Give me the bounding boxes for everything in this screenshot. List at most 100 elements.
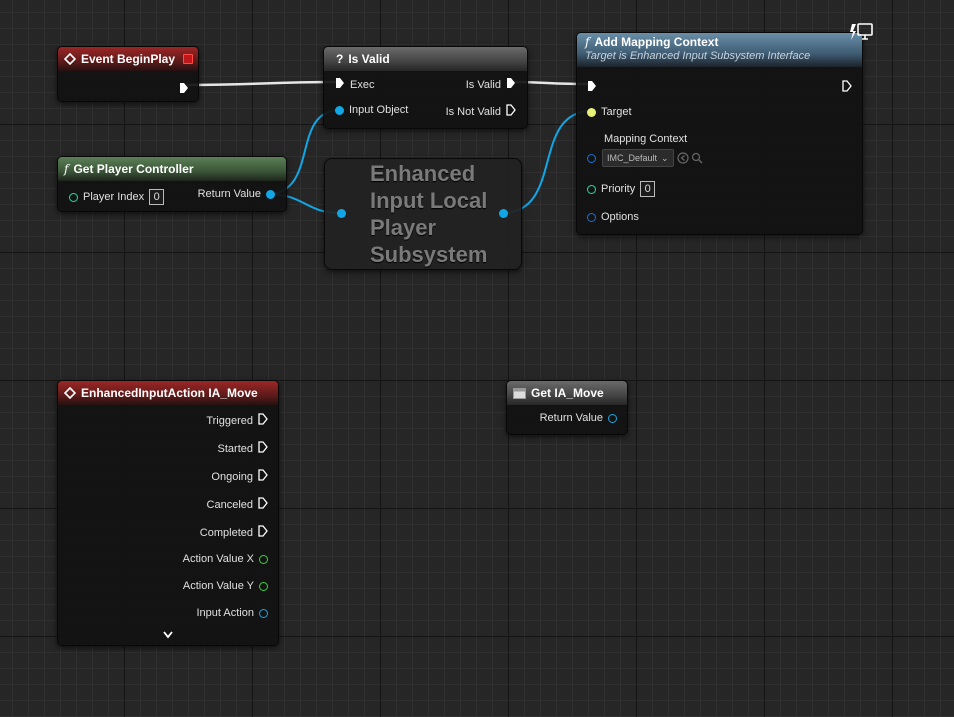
target-label: Target <box>601 106 632 118</box>
add-mapping-context-subtitle: Target is Enhanced Input Subsystem Inter… <box>585 50 811 62</box>
event-diamond-icon <box>64 387 76 399</box>
subsystem-title-line-4: Subsystem <box>370 242 488 267</box>
mapping-context-label: Mapping Context <box>604 133 688 145</box>
options-label: Options <box>601 211 639 223</box>
player-index-row: Player Index 0 <box>69 189 165 205</box>
player-index-pin[interactable] <box>69 192 78 202</box>
priority-label: Priority <box>601 183 636 195</box>
is-valid-header: ? Is Valid <box>324 47 527 71</box>
completed-exec-pin[interactable] <box>258 525 268 540</box>
input-action-label: Input Action <box>196 607 255 619</box>
action-value-x-label: Action Value X <box>182 553 254 565</box>
event-beginplay-header: Event BeginPlay <box>58 47 198 71</box>
exec-in-row: Exec <box>335 77 379 92</box>
action-value-y-pin[interactable] <box>259 581 268 591</box>
get-ia-move-header: Get IA_Move <box>507 381 627 405</box>
player-index-field[interactable]: 0 <box>149 189 165 205</box>
add-mapping-context-header: f Add Mapping Context Target is Enhanced… <box>577 33 862 67</box>
enhanced-input-subsystem-node[interactable]: Enhanced Input Local Player Subsystem <box>324 158 522 270</box>
enhanced-input-action-title: EnhancedInputAction IA_Move <box>81 386 258 400</box>
get-ia-move-title: Get IA_Move <box>531 386 604 400</box>
input-object-row: Input Object <box>335 104 413 116</box>
return-value-pin[interactable] <box>266 189 275 199</box>
input-action-pin[interactable] <box>259 608 268 618</box>
completed-label: Completed <box>199 526 253 539</box>
options-row: Options <box>587 211 644 223</box>
browse-search-icon[interactable] <box>691 152 703 164</box>
exec-in-pin[interactable] <box>335 77 345 92</box>
is-not-valid-exec-pin[interactable] <box>506 104 516 119</box>
subsystem-title-line-3: Player <box>370 215 437 240</box>
variable-grid-icon <box>513 387 526 399</box>
is-valid-label: Is Valid <box>465 78 501 91</box>
priority-pin[interactable] <box>587 184 596 194</box>
exec-wire-beginplay-to-isvalid <box>186 80 339 87</box>
is-valid-title: Is Valid <box>348 52 390 66</box>
subsystem-input-pin[interactable] <box>337 209 346 218</box>
priority-field[interactable]: 0 <box>640 181 656 197</box>
subsystem-title-line-2: Input Local <box>370 188 488 213</box>
triggered-exec-pin[interactable] <box>258 413 268 428</box>
delegate-pin-icon[interactable] <box>183 54 193 64</box>
options-pin[interactable] <box>587 212 596 222</box>
ongoing-row: Ongoing <box>206 469 268 484</box>
mapping-context-label-row: Mapping Context <box>604 133 687 145</box>
triggered-row: Triggered <box>201 413 268 428</box>
started-row: Started <box>213 441 268 456</box>
exec-in-pin[interactable] <box>587 79 597 97</box>
subsystem-output-pin[interactable] <box>499 209 508 218</box>
canceled-exec-pin[interactable] <box>258 497 268 512</box>
subsystem-title-line-1: Enhanced <box>370 161 476 186</box>
enhanced-input-subsystem-title: Enhanced Input Local Player Subsystem <box>370 160 487 268</box>
canceled-label: Canceled <box>206 498 253 511</box>
mapping-context-pin[interactable] <box>587 153 596 163</box>
function-icon: f <box>64 162 69 176</box>
return-value-label: Return Value <box>197 188 261 200</box>
action-value-y-label: Action Value Y <box>182 580 254 592</box>
get-player-controller-node[interactable]: f Get Player Controller Player Index 0 R… <box>57 156 287 212</box>
client-server-icon <box>850 22 874 47</box>
action-value-y-row: Action Value Y <box>178 580 268 592</box>
get-player-controller-header: f Get Player Controller <box>58 157 286 181</box>
event-beginplay-node[interactable]: Event BeginPlay <box>57 46 199 102</box>
exec-label: Exec <box>350 78 375 91</box>
return-value-label: Return Value <box>539 412 603 424</box>
get-ia-move-return-row: Return Value <box>535 412 617 424</box>
add-mapping-context-title: Add Mapping Context <box>594 35 719 49</box>
function-icon: f <box>585 35 590 49</box>
use-selected-asset-icon[interactable] <box>676 152 689 164</box>
return-value-row: Return Value <box>193 188 275 200</box>
question-mark-icon: ? <box>336 52 344 66</box>
action-value-x-row: Action Value X <box>178 553 268 565</box>
enhanced-input-action-header: EnhancedInputAction IA_Move <box>58 381 278 405</box>
mapping-context-value-row: IMC_Default ⌄ <box>587 149 703 167</box>
exec-out-pin[interactable] <box>179 81 189 99</box>
triggered-label: Triggered <box>206 414 253 427</box>
started-exec-pin[interactable] <box>258 441 268 456</box>
is-valid-exec-pin[interactable] <box>506 77 516 92</box>
ongoing-label: Ongoing <box>211 470 253 483</box>
add-mapping-context-node[interactable]: f Add Mapping Context Target is Enhanced… <box>576 32 863 235</box>
mapping-context-value: IMC_Default <box>607 153 658 163</box>
exec-out-pin[interactable] <box>842 79 852 97</box>
action-value-x-pin[interactable] <box>259 554 268 564</box>
mapping-context-dropdown[interactable]: IMC_Default ⌄ <box>602 149 674 167</box>
completed-row: Completed <box>195 525 268 540</box>
is-valid-out-row: Is Valid <box>461 77 516 92</box>
is-not-valid-row: Is Not Valid <box>441 104 516 119</box>
enhanced-input-action-node[interactable]: EnhancedInputAction IA_Move Triggered St… <box>57 380 279 646</box>
player-index-label: Player Index <box>83 191 145 203</box>
event-beginplay-title: Event BeginPlay <box>81 52 176 66</box>
input-object-pin[interactable] <box>335 105 344 115</box>
event-diamond-icon <box>64 53 76 65</box>
target-pin[interactable] <box>587 107 596 117</box>
priority-row: Priority 0 <box>587 181 656 197</box>
get-ia-move-node[interactable]: Get IA_Move Return Value <box>506 380 628 435</box>
input-object-label: Input Object <box>349 104 409 116</box>
is-valid-node[interactable]: ? Is Valid Exec Is Valid Input Object Is… <box>323 46 528 129</box>
ongoing-exec-pin[interactable] <box>258 469 268 484</box>
expand-chevron-icon[interactable] <box>162 627 174 645</box>
return-value-pin[interactable] <box>608 413 617 423</box>
started-label: Started <box>217 442 253 455</box>
is-not-valid-label: Is Not Valid <box>445 105 501 118</box>
